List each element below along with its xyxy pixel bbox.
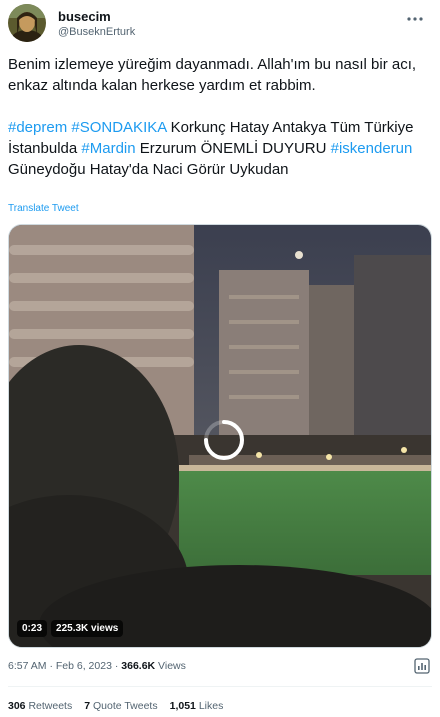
likes-label: Likes [198, 700, 224, 712]
views-count: 366.6K [121, 660, 156, 672]
quotes-label: Quote Tweets [93, 700, 158, 712]
retweets-stat[interactable]: 306 Retweets [8, 700, 72, 712]
analytics-icon[interactable] [414, 658, 430, 674]
more-options-icon[interactable] [404, 8, 426, 30]
retweets-label: Retweets [28, 700, 73, 712]
mona-lisa-avatar-icon[interactable] [8, 4, 46, 42]
quotes-stat[interactable]: 7 Quote Tweets [84, 700, 157, 712]
tweet-paragraph: Benim izlemeye yüreğim dayanmadı. Allah'… [8, 56, 417, 94]
hashtag-link[interactable]: #Mardin [81, 140, 135, 157]
tweet-stats: 306 Retweets 7 Quote Tweets 1,051 Likes [8, 700, 223, 712]
hashtag-link[interactable]: #iskenderun [331, 140, 413, 157]
translate-tweet-link[interactable]: Translate Tweet [8, 203, 79, 214]
tweet-text-segment: Erzurum ÖNEMLİ DUYURU [135, 140, 331, 157]
hashtag-link[interactable]: #SONDAKIKA [71, 119, 166, 136]
video-badges: 0:23 225.3K views [17, 620, 124, 637]
tweet-paragraph-hashtags: #deprem #SONDAKIKA Korkunç Hatay Antakya… [8, 117, 432, 180]
video-player[interactable]: 0:23 225.3K views [8, 224, 432, 648]
views-label: Views [158, 660, 186, 672]
retweets-count: 306 [8, 700, 26, 712]
likes-stat[interactable]: 1,051 Likes [170, 700, 224, 712]
meta-separator: · [114, 660, 119, 672]
video-time-badge: 0:23 [17, 620, 48, 637]
author-display-name[interactable]: busecim [58, 9, 111, 24]
hashtag-link[interactable]: #deprem [8, 119, 67, 136]
quotes-count: 7 [84, 700, 91, 712]
author-handle[interactable]: @BuseknErturk [58, 26, 135, 38]
tweet-time[interactable]: 6:57 AM [8, 660, 47, 672]
tweet-text-segment: Güneydoğu Hatay'da Naci Görür Uykudan [8, 161, 289, 178]
divider [8, 686, 432, 687]
loading-spinner-icon [201, 417, 247, 463]
tweet-text: Benim izlemeye yüreğim dayanmadı. Allah'… [8, 54, 432, 201]
tweet-meta: 6:57 AM · Feb 6, 2023 · 366.6K Views [8, 660, 186, 672]
tweet-date[interactable]: Feb 6, 2023 [56, 660, 112, 672]
meta-separator: · [49, 660, 53, 672]
likes-count: 1,051 [169, 700, 196, 712]
video-views-badge: 225.3K views [51, 620, 124, 637]
tweet-header: busecim @BuseknErturk [8, 4, 432, 44]
